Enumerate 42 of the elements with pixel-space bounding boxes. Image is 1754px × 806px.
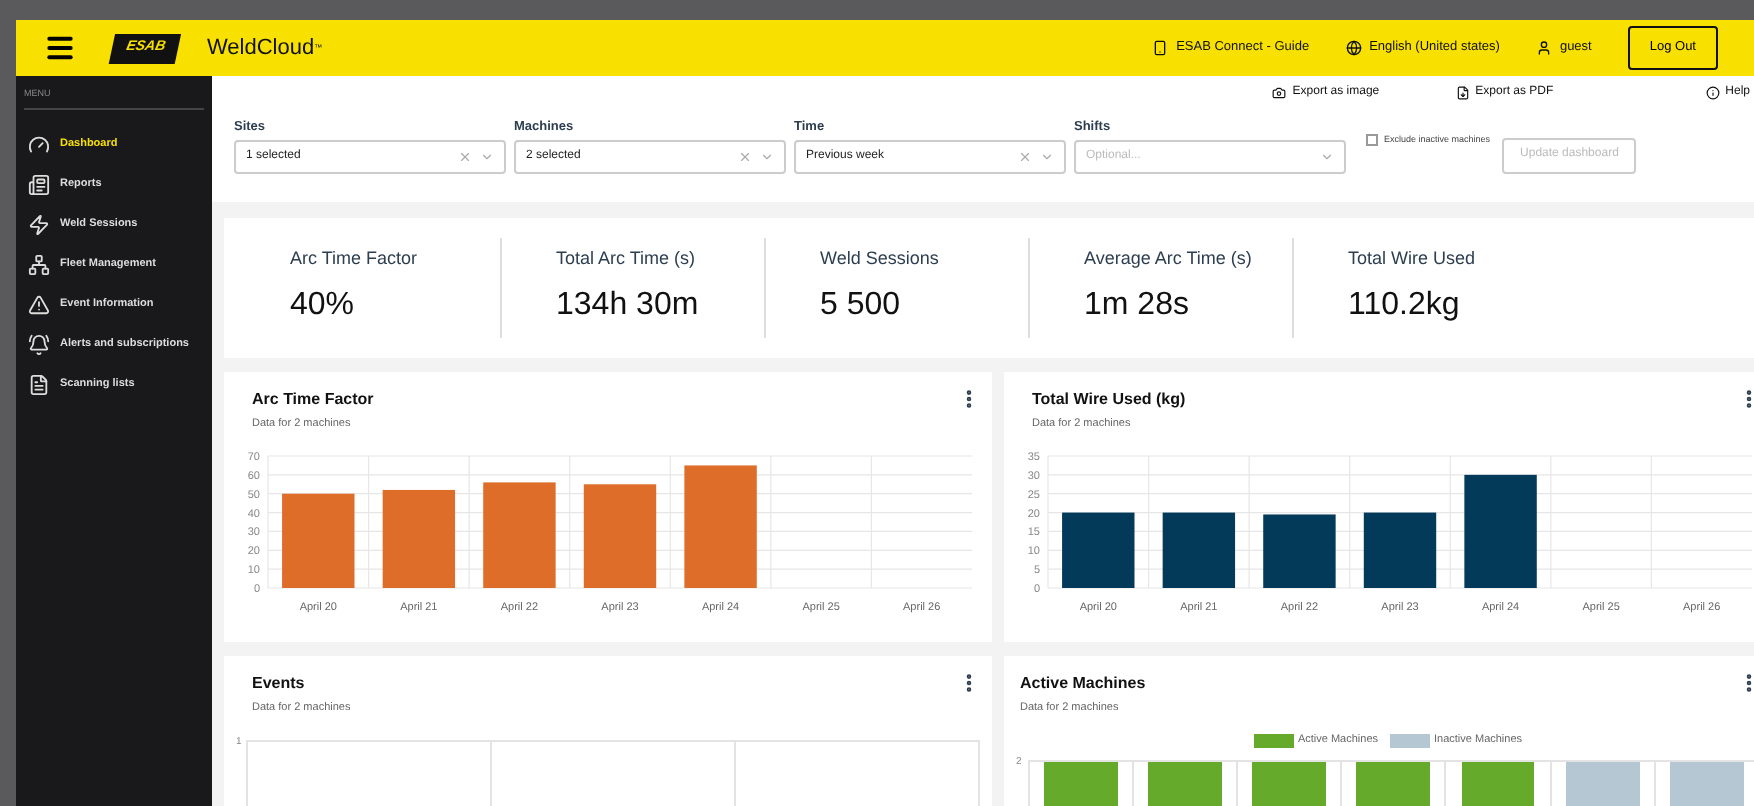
chart-bar xyxy=(382,489,456,588)
gauge-icon xyxy=(28,133,50,156)
warning-icon xyxy=(28,293,50,316)
chart-title: Events xyxy=(252,671,307,696)
chart-bar xyxy=(483,482,556,588)
chart-title: Arc Time Factor xyxy=(252,387,374,412)
phone-icon xyxy=(1152,40,1169,56)
chart-bar xyxy=(1464,474,1537,588)
chart-bar xyxy=(1263,514,1336,588)
document-icon xyxy=(28,373,50,396)
kpi-label: Average Arc Time (s) xyxy=(1084,246,1254,272)
chart-bar xyxy=(583,484,657,588)
bell-icon xyxy=(28,333,50,356)
camera-icon xyxy=(1272,86,1287,100)
kpi-label: Total Arc Time (s) xyxy=(556,246,698,272)
chart-bar xyxy=(684,465,757,588)
chart-title: Total Wire Used (kg) xyxy=(1032,387,1186,412)
kpi-value: 134h 30m xyxy=(556,285,701,325)
document-icon xyxy=(1455,86,1470,100)
chart-bar xyxy=(1062,512,1135,588)
chart-bar xyxy=(1363,512,1437,588)
kpi-value: 1m 28s xyxy=(1084,285,1191,325)
menu-icon[interactable] xyxy=(44,32,76,64)
kpi-label: Total Wire Used xyxy=(1348,246,1478,272)
kpi-value: 5 500 xyxy=(820,285,903,325)
chart-bar xyxy=(1162,512,1236,588)
chevron-down-icon xyxy=(1320,149,1334,164)
chevron-down-icon xyxy=(760,149,774,164)
kpi-value: 110.2kg xyxy=(1348,285,1462,325)
user-icon xyxy=(1535,40,1552,56)
globe-icon xyxy=(1345,40,1362,56)
chevron-down-icon xyxy=(480,149,494,164)
hierarchy-icon xyxy=(28,253,50,276)
newspaper-icon xyxy=(28,173,50,196)
chevron-down-icon xyxy=(1040,149,1054,164)
chart-title: Active Machines xyxy=(1020,671,1146,696)
kpi-value: 40% xyxy=(290,285,357,325)
lightning-icon xyxy=(28,213,50,236)
kpi-label: Weld Sessions xyxy=(820,246,941,272)
kpi-label: Arc Time Factor xyxy=(290,246,420,272)
info-icon xyxy=(1705,86,1720,100)
chart-bar xyxy=(282,493,355,588)
